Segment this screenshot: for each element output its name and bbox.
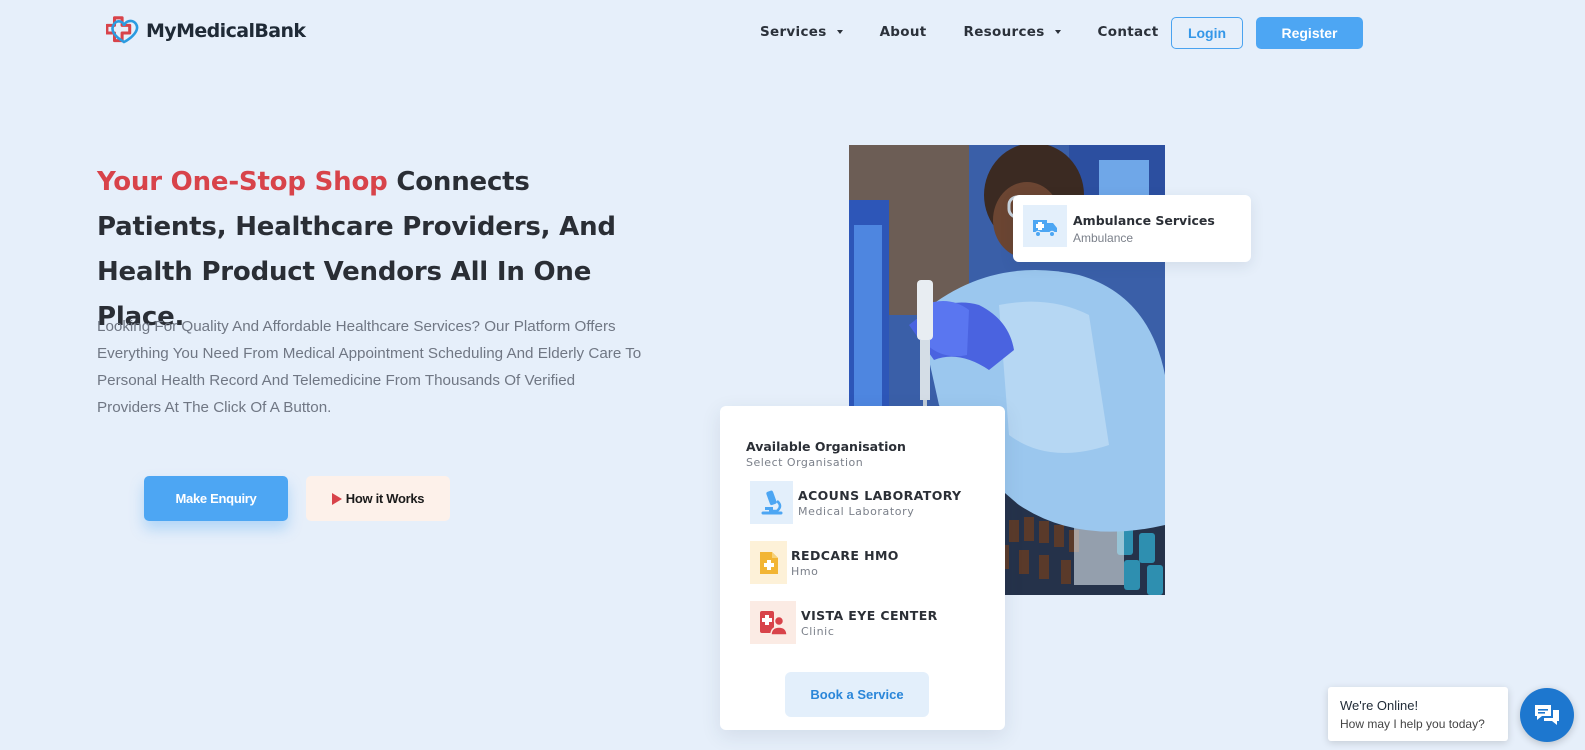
how-it-works-button[interactable]: How it Works xyxy=(306,476,450,521)
medical-document-icon xyxy=(759,551,778,574)
ambulance-subtitle: Ambulance xyxy=(1073,231,1134,245)
org-name: VISTA EYE CENTER xyxy=(801,607,938,623)
org-type: Clinic xyxy=(801,624,835,638)
org-icon-box xyxy=(750,481,793,524)
hero-title-accent: Your One-Stop Shop xyxy=(97,167,388,197)
chat-title: We're Online! xyxy=(1340,698,1419,713)
book-a-service-button[interactable]: Book a Service xyxy=(785,672,929,717)
org-item-acouns-laboratory[interactable]: ACOUNS LABORATORY Medical Laboratory xyxy=(750,481,962,524)
nav-label: Resources xyxy=(963,24,1045,40)
logo-text: MyMedicalBank xyxy=(146,20,306,42)
chat-greeting-bubble[interactable]: We're Online! How may I help you today? xyxy=(1328,687,1508,741)
org-item-vista-eye-center[interactable]: VISTA EYE CENTER Clinic xyxy=(750,601,938,644)
ambulance-services-card[interactable]: Ambulance Services Ambulance xyxy=(1013,195,1251,262)
main-nav: Services About Resources Contact xyxy=(760,24,1158,40)
nav-item-resources[interactable]: Resources xyxy=(964,24,1061,40)
caret-down-icon xyxy=(1054,30,1061,34)
nav-label: Contact xyxy=(1097,24,1159,40)
org-icon-box xyxy=(750,541,787,584)
how-it-works-label: How it Works xyxy=(345,491,425,506)
available-organisation-card: Available Organisation Select Organisati… xyxy=(720,406,1005,730)
caret-down-icon xyxy=(836,30,843,34)
logo[interactable]: MyMedicalBank xyxy=(106,16,306,46)
org-item-text: REDCARE HMO Hmo xyxy=(791,548,899,578)
org-icon-box xyxy=(750,601,796,644)
site-header: MyMedicalBank Services About Resources C… xyxy=(0,0,1585,64)
microscope-icon xyxy=(761,490,782,514)
nav-item-services[interactable]: Services xyxy=(760,24,843,40)
org-name: ACOUNS LABORATORY xyxy=(798,487,962,503)
logo-mark-icon xyxy=(106,16,139,44)
org-item-redcare-hmo[interactable]: REDCARE HMO Hmo xyxy=(750,541,899,584)
ambulance-icon-box xyxy=(1023,205,1067,247)
login-button[interactable]: Login xyxy=(1171,17,1243,49)
org-card-title: Available Organisation xyxy=(746,439,906,454)
org-type: Hmo xyxy=(791,564,819,578)
make-enquiry-button[interactable]: Make Enquiry xyxy=(144,476,288,521)
chat-icon xyxy=(1535,705,1559,725)
org-item-text: ACOUNS LABORATORY Medical Laboratory xyxy=(798,488,962,518)
register-button[interactable]: Register xyxy=(1256,17,1363,49)
doctor-icon xyxy=(760,610,788,636)
ambulance-icon xyxy=(1033,220,1057,238)
org-type: Medical Laboratory xyxy=(798,504,915,518)
nav-item-contact[interactable]: Contact xyxy=(1098,24,1159,40)
hero-description: Looking For Quality And Affordable Healt… xyxy=(97,318,642,416)
org-name: REDCARE HMO xyxy=(791,547,899,563)
chat-subtitle: How may I help you today? xyxy=(1340,717,1485,731)
org-card-subtitle: Select Organisation xyxy=(746,456,864,469)
org-item-text: VISTA EYE CENTER Clinic xyxy=(801,608,938,638)
nav-label: About xyxy=(879,24,927,40)
nav-item-about[interactable]: About xyxy=(880,24,927,40)
ambulance-title: Ambulance Services xyxy=(1073,213,1215,228)
chat-launcher-button[interactable] xyxy=(1520,688,1574,742)
nav-label: Services xyxy=(760,24,827,40)
play-icon xyxy=(331,492,342,505)
